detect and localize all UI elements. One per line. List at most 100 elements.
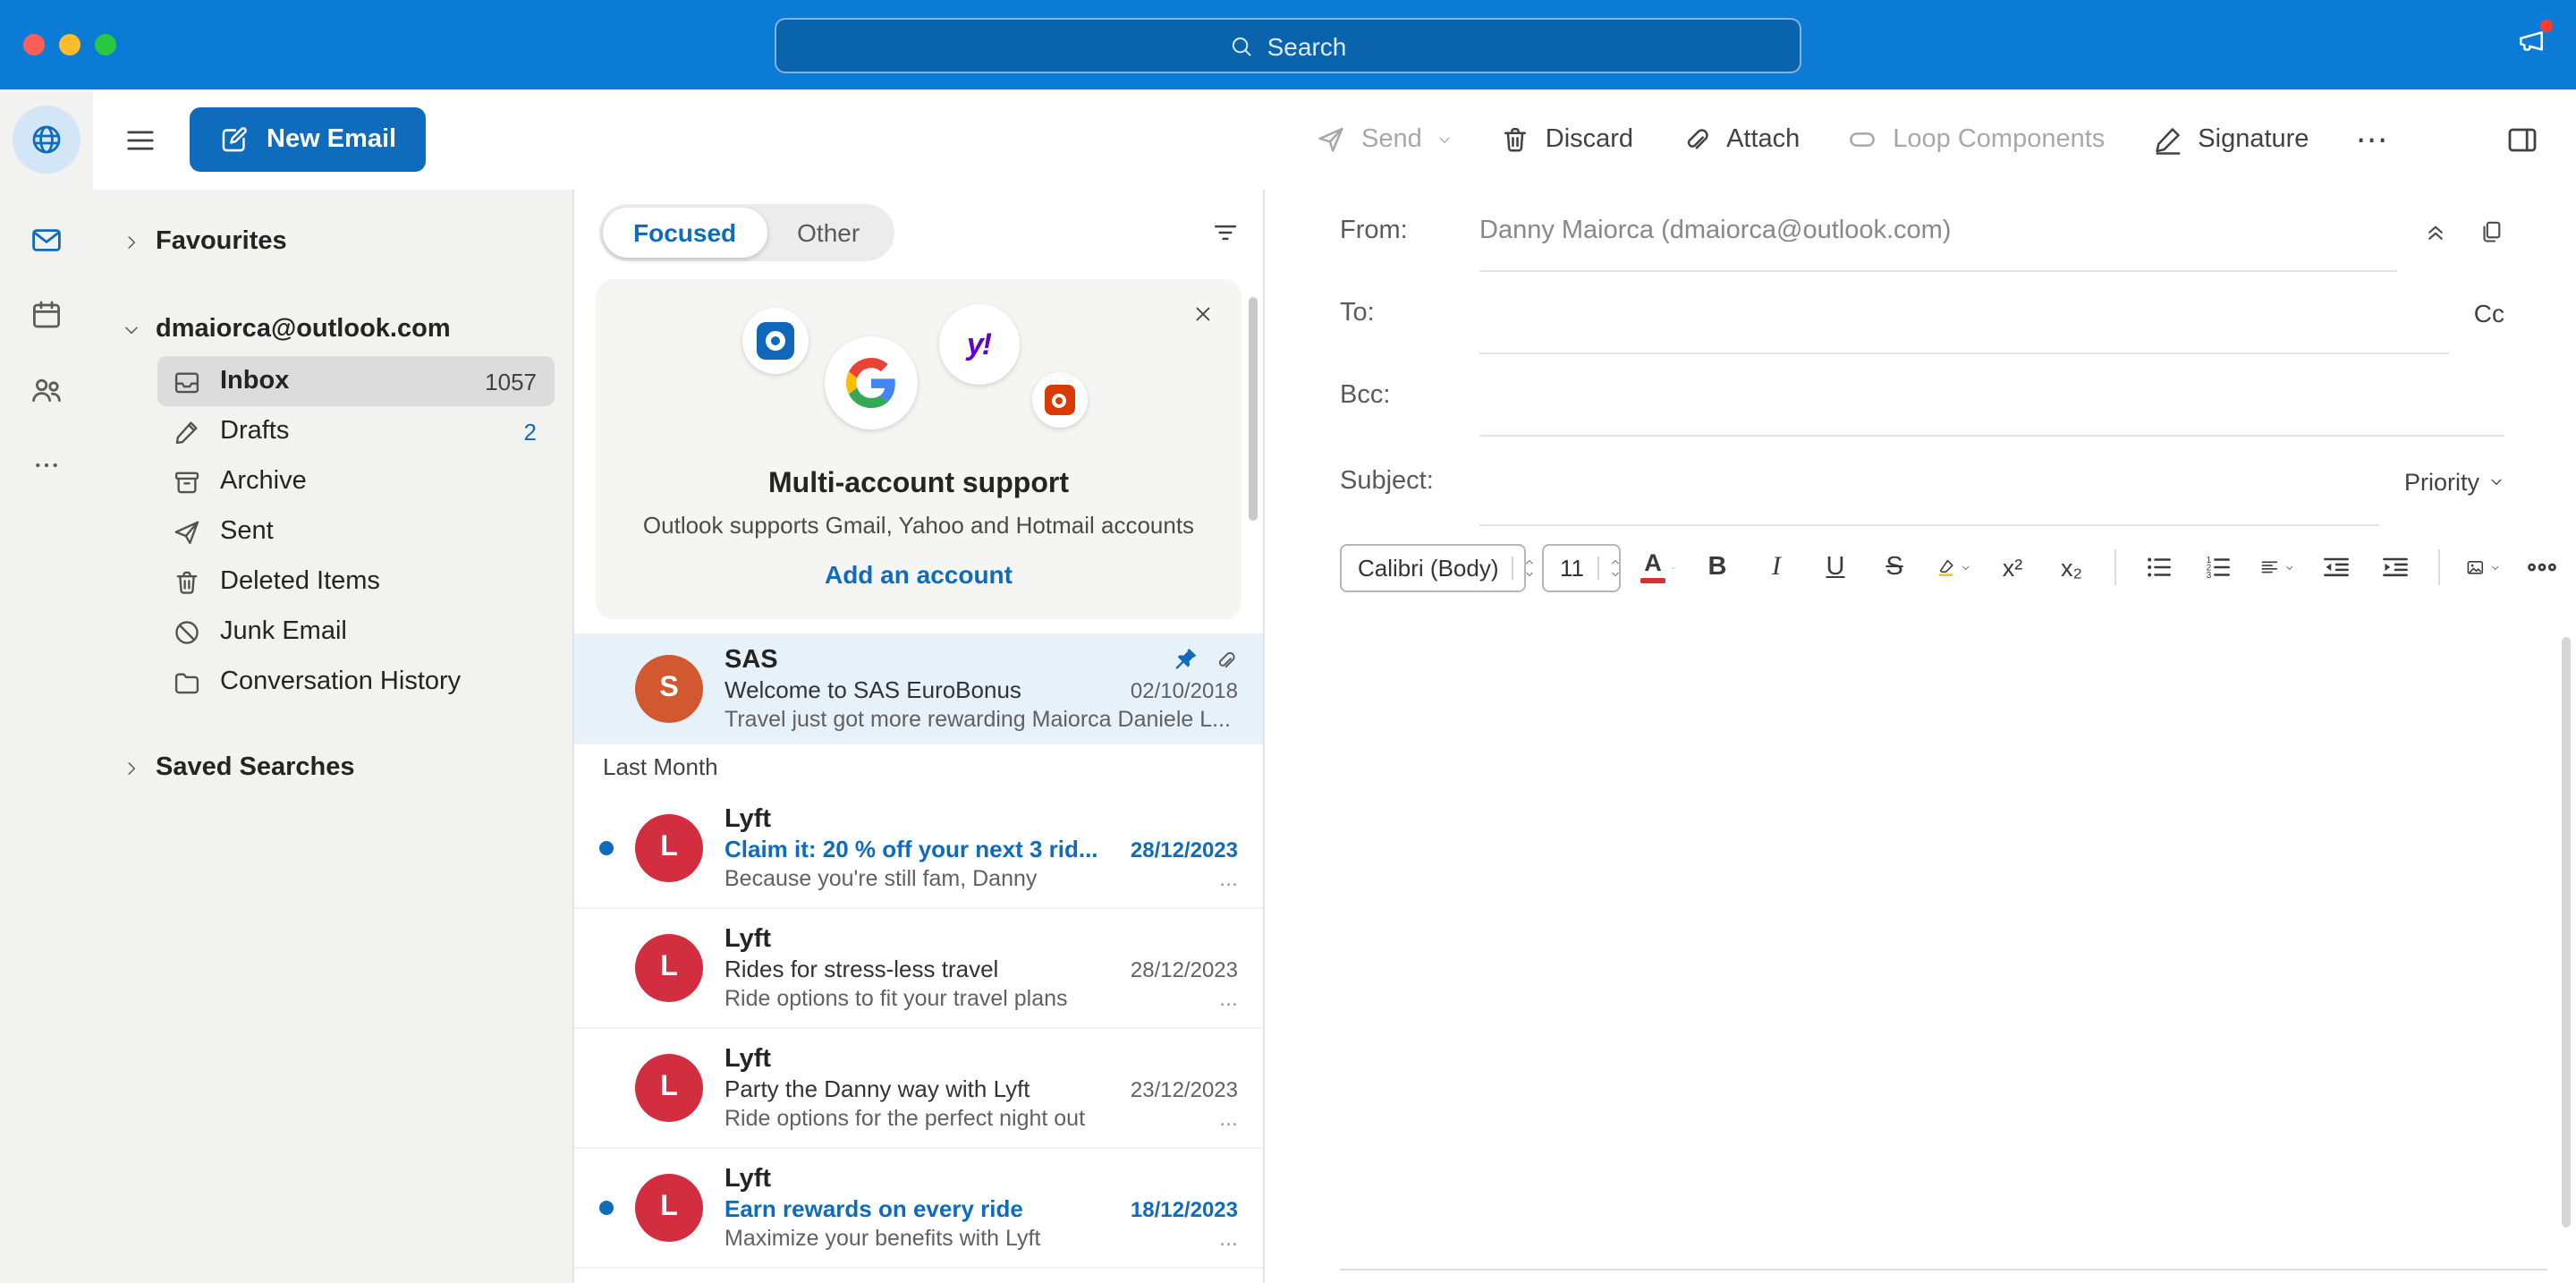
close-promo-button[interactable]: [1191, 302, 1215, 326]
send-icon: [1318, 127, 1343, 152]
email-row[interactable]: S SAS Welcome to SAS EuroBonus 02/10/201…: [574, 633, 1263, 744]
bcc-row: Bcc:: [1340, 354, 2504, 437]
more-dots-icon: ⋯: [2355, 121, 2390, 157]
outdent-button[interactable]: [2315, 542, 2358, 592]
attach-button[interactable]: Attach: [1680, 123, 1800, 156]
font-color-button[interactable]: A: [1637, 542, 1680, 592]
sidebar-item-sent[interactable]: Sent: [157, 506, 555, 557]
subject-label: Subject:: [1340, 467, 1434, 496]
minimize-window-button[interactable]: [59, 34, 80, 55]
whats-new-button[interactable]: [2515, 20, 2553, 57]
chevron-down-icon: [2286, 565, 2293, 569]
discard-button[interactable]: Discard: [1499, 123, 1633, 156]
font-name-select[interactable]: Calibri (Body): [1340, 543, 1533, 591]
trash-icon: [172, 566, 202, 597]
unread-count: 1057: [485, 368, 537, 395]
from-field[interactable]: Danny Maiorca (dmaiorca@outlook.com): [1479, 190, 2397, 272]
email-date: 18/12/2023: [1130, 1197, 1238, 1222]
folder-label: Sent: [220, 517, 274, 546]
bold-button[interactable]: B: [1696, 542, 1739, 592]
reading-pane-icon: [2508, 128, 2537, 152]
superscript-button[interactable]: x²: [1991, 542, 2034, 592]
tab-focused[interactable]: Focused: [603, 208, 767, 258]
search-icon: [1233, 36, 1252, 55]
from-value: Danny Maiorca (dmaiorca@outlook.com): [1479, 216, 1952, 244]
rail-item-people[interactable]: [13, 356, 80, 424]
highlighter-icon: [1938, 559, 1953, 576]
account-section[interactable]: dmaiorca@outlook.com: [93, 302, 572, 356]
favourites-section[interactable]: Favourites: [93, 215, 572, 268]
sidebar-item-conversation-history[interactable]: Conversation History: [157, 657, 555, 707]
toolbar-more-button[interactable]: ⋯: [2355, 121, 2389, 158]
highlight-button[interactable]: [1932, 542, 1975, 592]
search-input[interactable]: Search: [775, 18, 1801, 73]
email-preview: Travel just got more rewarding Maiorca D…: [724, 706, 1231, 731]
send-button[interactable]: Send: [1315, 123, 1453, 156]
email-preview: Because you're still fam, Danny: [724, 866, 1038, 891]
italic-button[interactable]: I: [1755, 542, 1798, 592]
saved-searches-section[interactable]: Saved Searches: [93, 741, 572, 794]
sidebar-item-archive[interactable]: Archive: [157, 456, 555, 506]
indent-button[interactable]: [2374, 542, 2417, 592]
tab-other[interactable]: Other: [767, 208, 890, 258]
google-logo-icon: [824, 336, 917, 429]
font-size-value: 11: [1560, 554, 1584, 581]
sidebar-item-junk[interactable]: Junk Email: [157, 607, 555, 657]
attachment-icon: [1213, 647, 1238, 672]
signature-label: Signature: [2198, 125, 2309, 154]
rail-item-more[interactable]: [13, 431, 80, 499]
font-size-select[interactable]: 11: [1542, 543, 1621, 591]
subscript-button[interactable]: x₂: [2050, 542, 2093, 592]
window-titlebar: Search: [0, 0, 2576, 89]
align-button[interactable]: [2256, 542, 2299, 592]
email-row[interactable]: L Lyft Rides for stress-less travel 28/1…: [574, 909, 1263, 1029]
font-name-value: Calibri (Body): [1358, 554, 1499, 581]
from-row: From: Danny Maiorca (dmaiorca@outlook.co…: [1340, 190, 2504, 272]
sidebar-item-inbox[interactable]: Inbox 1057: [157, 356, 555, 406]
account-button[interactable]: [13, 106, 80, 174]
yahoo-logo-icon: y!: [938, 304, 1019, 385]
send-label: Send: [1361, 125, 1422, 154]
to-field[interactable]: [1479, 272, 2449, 353]
filter-button[interactable]: [1209, 217, 1241, 249]
loop-components-label: Loop Components: [1893, 125, 2106, 154]
list-scrollbar[interactable]: [1249, 297, 1258, 521]
rail-item-calendar[interactable]: [13, 281, 80, 349]
zoom-window-button[interactable]: [95, 34, 116, 55]
sidebar-item-drafts[interactable]: Drafts 2: [157, 406, 555, 456]
close-window-button[interactable]: [23, 34, 45, 55]
email-row[interactable]: L Lyft Party the Danny way with Lyft 23/…: [574, 1029, 1263, 1149]
image-icon: [2467, 560, 2484, 574]
numbered-list-button[interactable]: 123: [2197, 542, 2240, 592]
collapse-headers-button[interactable]: [2422, 217, 2449, 244]
bullet-list-button[interactable]: [2138, 542, 2181, 592]
insert-image-button[interactable]: [2462, 542, 2504, 592]
bcc-field[interactable]: [1479, 354, 2504, 435]
subject-field[interactable]: [1479, 437, 2379, 524]
reading-pane-button[interactable]: [2490, 107, 2555, 172]
underline-button[interactable]: U: [1814, 542, 1857, 592]
strikethrough-button[interactable]: S: [1873, 542, 1916, 592]
compose-scrollbar[interactable]: [2562, 637, 2571, 1228]
email-preview: Ride options for the perfect night out: [724, 1106, 1086, 1131]
add-account-link[interactable]: Add an account: [825, 560, 1013, 589]
message-body[interactable]: [1265, 608, 2576, 1283]
folder-sidebar: Favourites dmaiorca@outlook.com Inbox 10…: [93, 190, 574, 1283]
subject-row: Subject: Priority: [1340, 437, 2504, 526]
search-label: Search: [1267, 31, 1347, 60]
sidebar-item-deleted[interactable]: Deleted Items: [157, 557, 555, 607]
cc-button[interactable]: Cc: [2474, 299, 2504, 327]
folder-icon: [172, 667, 202, 697]
more-formatting-button[interactable]: [2521, 542, 2563, 592]
priority-dropdown[interactable]: Priority: [2404, 468, 2504, 495]
folder-label: Drafts: [220, 417, 290, 446]
loop-components-button[interactable]: Loop Components: [1846, 123, 2105, 156]
popout-button[interactable]: [2478, 217, 2504, 244]
new-email-button[interactable]: New Email: [190, 107, 426, 172]
divider: [2114, 549, 2116, 585]
signature-button[interactable]: Signature: [2151, 123, 2309, 156]
email-row[interactable]: L Lyft Earn rewards on every ride 18/12/…: [574, 1149, 1263, 1269]
rail-item-mail[interactable]: [13, 206, 80, 274]
toggle-sidebar-button[interactable]: [107, 107, 172, 172]
email-row[interactable]: L Lyft Claim it: 20 % off your next 3 ri…: [574, 789, 1263, 909]
